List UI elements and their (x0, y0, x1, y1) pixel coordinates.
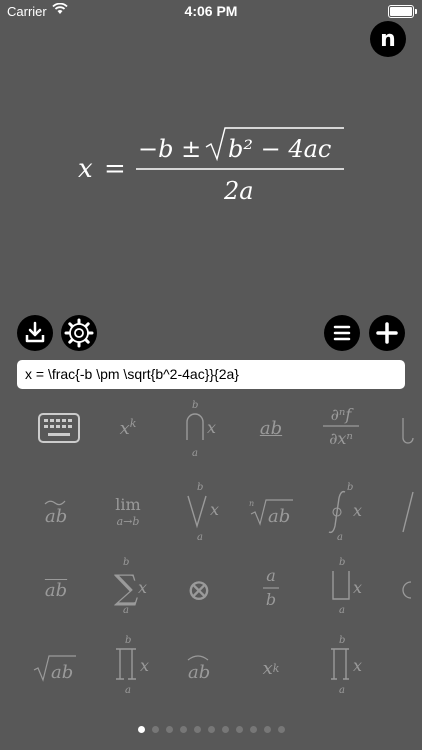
page-dot[interactable] (236, 726, 243, 733)
limit-key[interactable]: lim a→b (89, 482, 167, 542)
page-control[interactable] (0, 726, 422, 736)
keyboard-icon (38, 413, 80, 443)
partial-symbol-key[interactable] (388, 560, 422, 620)
underline-text: ab (259, 417, 283, 439)
contour-integral-key[interactable]: b x a (302, 482, 380, 543)
formula-numerator: −b ± (138, 135, 201, 163)
subscript-base: x (262, 657, 273, 679)
vee-top: b (197, 482, 203, 493)
vee-bottom: a (197, 532, 203, 543)
download-icon (17, 315, 53, 351)
page-dot[interactable] (208, 726, 215, 733)
settings-button[interactable] (61, 315, 97, 351)
coprod-top: b (339, 557, 345, 568)
list-icon (324, 315, 360, 351)
formula-lhs: x (78, 154, 93, 184)
partial-next-key[interactable] (388, 398, 422, 458)
underline-key[interactable]: ab (232, 398, 310, 458)
prod-var: x (140, 656, 149, 675)
clock: 4:06 PM (184, 3, 238, 19)
bigamalg-var: x (353, 656, 362, 675)
fraction-top: a (266, 566, 276, 585)
partial-denominator: ∂xⁿ (329, 429, 353, 448)
sqrt-key[interactable]: ab (17, 638, 95, 698)
keyboard-key[interactable] (20, 398, 98, 458)
widehat-key[interactable]: ab (160, 638, 238, 698)
battery-icon (388, 5, 417, 18)
gear-icon (61, 315, 97, 351)
power-key[interactable]: xk (89, 398, 167, 458)
partial-numerator: ∂ⁿf (331, 405, 355, 424)
product-key[interactable]: b x a (89, 635, 167, 698)
n-button[interactable]: n (370, 21, 406, 57)
intersection-var: x (207, 418, 216, 437)
intersection-key[interactable]: b x a (163, 398, 241, 459)
plus-icon (369, 315, 405, 351)
page-dot[interactable] (180, 726, 187, 733)
power-exp: k (129, 416, 137, 430)
sum-bottom: a (123, 605, 129, 616)
otimes-key[interactable]: ⊗ (160, 560, 238, 620)
latex-input[interactable] (17, 360, 405, 389)
oint-var: x (353, 501, 362, 520)
prod-bottom: a (125, 685, 131, 696)
list-button[interactable] (324, 315, 360, 351)
page-dot[interactable] (138, 726, 145, 733)
bigamalg-top: b (339, 635, 345, 646)
symbol-palette: xk b x a ab ∂ⁿf ∂xⁿ ab lim a→b b x a n a… (0, 398, 422, 714)
subscript-key[interactable]: xk (232, 638, 310, 698)
intersection-top: b (192, 400, 198, 411)
sum-symbol: ∑ (114, 568, 138, 608)
widetilde-key[interactable]: ab (17, 482, 95, 542)
overline-text: ab (44, 579, 68, 601)
page-dot[interactable] (264, 726, 271, 733)
power-base: x (119, 417, 130, 439)
sum-key[interactable]: b ∑ x a (89, 557, 167, 620)
sum-var: x (138, 578, 147, 597)
fraction-key[interactable]: a b (232, 560, 310, 620)
oint-bottom: a (337, 532, 343, 543)
partial-derivative-key[interactable]: ∂ⁿf ∂xⁿ (302, 398, 380, 458)
otimes-symbol: ⊗ (186, 572, 212, 608)
formula-preview: x = −b ± b² − 4ac 2a (78, 126, 358, 212)
lim-text: lim (115, 495, 140, 514)
lim-sub: a→b (117, 515, 140, 528)
page-dot[interactable] (278, 726, 285, 733)
download-button[interactable] (17, 315, 53, 351)
oint-top: b (347, 482, 353, 493)
prod-top: b (125, 635, 131, 646)
nroot-text: ab (268, 506, 290, 527)
page-dot[interactable] (250, 726, 257, 733)
widetilde-text: ab (45, 506, 67, 527)
vee-key[interactable]: b x a (163, 482, 241, 543)
coprod-bottom: a (339, 605, 345, 616)
formula-denominator: 2a (223, 177, 254, 205)
bigamalg-bottom: a (339, 685, 345, 696)
big-product-key[interactable]: b x a (302, 635, 380, 698)
formula-equals: = (104, 154, 126, 184)
page-dot[interactable] (222, 726, 229, 733)
page-dot[interactable] (194, 726, 201, 733)
page-dot[interactable] (166, 726, 173, 733)
slash-key[interactable] (388, 482, 422, 542)
widehat-text: ab (188, 662, 210, 683)
sqrt-text: ab (51, 662, 73, 683)
add-button[interactable] (369, 315, 405, 351)
nroot-index: n (249, 499, 254, 508)
status-bar: Carrier 4:06 PM (0, 0, 422, 22)
coproduct-key[interactable]: b x a (302, 557, 380, 620)
formula-radicand: b² − 4ac (228, 135, 331, 163)
page-dot[interactable] (152, 726, 159, 733)
overline-key[interactable]: ab (17, 560, 95, 620)
fraction-bottom: b (266, 590, 276, 609)
intersection-bottom: a (192, 448, 198, 459)
subscript-index: k (272, 661, 280, 675)
nth-root-key[interactable]: n ab (232, 482, 310, 542)
vee-var: x (210, 500, 219, 519)
sum-top: b (123, 557, 129, 568)
coprod-var: x (353, 578, 362, 597)
